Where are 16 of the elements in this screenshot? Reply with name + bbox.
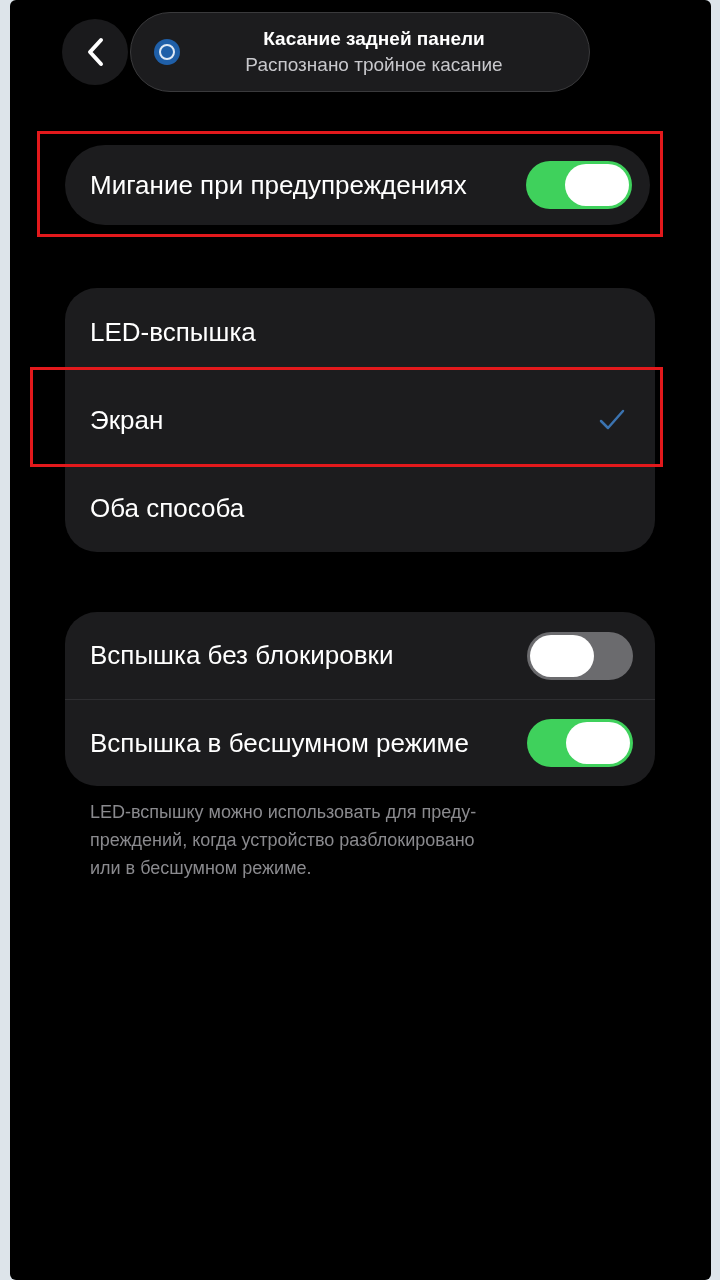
- footer-note: LED-вспышку можно использовать для преду- преждений, когда устройство разблокировано или в бесшумном режиме.: [90, 801, 478, 880]
- notification-title: Касание задней панели: [263, 27, 485, 51]
- toggle-switch[interactable]: [526, 161, 632, 209]
- notification-subtitle: Распознано тройное касание: [245, 53, 503, 77]
- setting-label: Мигание при предупреждениях: [90, 168, 468, 202]
- toggle-switch[interactable]: [527, 631, 633, 680]
- toggle-switch[interactable]: [527, 719, 633, 767]
- chevron-left-icon: [86, 37, 104, 67]
- circle-icon: [153, 38, 181, 66]
- setting-label: Вспышка без блокировки: [90, 639, 395, 672]
- option-row[interactable]: Оба способа: [65, 464, 655, 552]
- option-row[interactable]: Экран: [65, 376, 655, 464]
- notification-banner[interactable]: Касание задней панели Распознано тройное касание: [130, 12, 590, 92]
- checkmark-icon: [599, 409, 625, 431]
- setting-label: Вспышка в бесшумном режиме: [90, 726, 470, 760]
- option-row[interactable]: LED-вспышка: [65, 288, 655, 376]
